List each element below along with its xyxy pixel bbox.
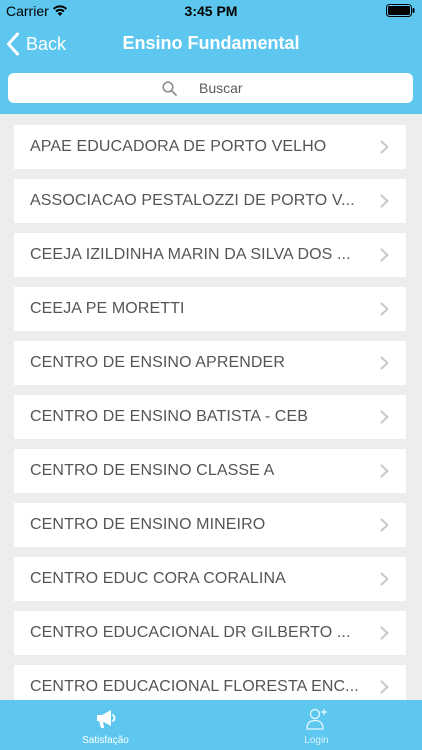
chevron-right-icon xyxy=(380,356,389,370)
tab-bar: Satisfação Login xyxy=(0,700,422,750)
list-item-label: CENTRO EDUCACIONAL FLORESTA ENC... xyxy=(30,678,359,695)
chevron-right-icon xyxy=(380,680,389,694)
list-item[interactable]: CENTRO EDUC CORA CORALINA xyxy=(14,557,406,601)
list-item[interactable]: CENTRO DE ENSINO APRENDER xyxy=(14,341,406,385)
status-bar: Carrier 3:45 PM xyxy=(0,0,422,22)
search-icon xyxy=(162,80,177,96)
list-item[interactable]: ASSOCIACAO PESTALOZZI DE PORTO V... xyxy=(14,179,406,223)
screen: Carrier 3:45 PM Back Ensino Fundamental xyxy=(0,0,422,750)
school-list: APAE EDUCADORA DE PORTO VELHO ASSOCIACAO… xyxy=(0,114,422,700)
list-item-label: CENTRO EDUCACIONAL DR GILBERTO ... xyxy=(30,624,351,641)
list-item-label: CENTRO DE ENSINO BATISTA - CEB xyxy=(30,408,308,425)
tab-satisfacao[interactable]: Satisfação xyxy=(0,700,211,750)
list-item[interactable]: CENTRO EDUCACIONAL DR GILBERTO ... xyxy=(14,611,406,655)
list-item[interactable]: APAE EDUCADORA DE PORTO VELHO xyxy=(14,125,406,169)
chevron-right-icon xyxy=(380,518,389,532)
tab-label: Satisfação xyxy=(82,735,129,746)
list-item-label: CENTRO DE ENSINO CLASSE A xyxy=(30,462,275,479)
chevron-right-icon xyxy=(380,572,389,586)
battery-icon xyxy=(386,4,415,17)
list-item[interactable]: CEEJA IZILDINHA MARIN DA SILVA DOS ... xyxy=(14,233,406,277)
list-item-label: CENTRO DE ENSINO APRENDER xyxy=(30,354,285,371)
chevron-right-icon xyxy=(380,248,389,262)
search-bar[interactable] xyxy=(8,73,413,103)
status-time: 3:45 PM xyxy=(184,3,238,19)
list-item[interactable]: CENTRO DE ENSINO MINEIRO xyxy=(14,503,406,547)
chevron-right-icon xyxy=(380,302,389,316)
user-add-icon xyxy=(305,708,327,730)
search-input[interactable] xyxy=(199,80,259,96)
chevron-right-icon xyxy=(380,194,389,208)
list-item-label: ASSOCIACAO PESTALOZZI DE PORTO V... xyxy=(30,192,355,209)
page-title: Ensino Fundamental xyxy=(122,33,300,53)
header: Carrier 3:45 PM Back Ensino Fundamental xyxy=(0,0,422,114)
list-item[interactable]: CENTRO DE ENSINO BATISTA - CEB xyxy=(14,395,406,439)
list-item-label: CENTRO DE ENSINO MINEIRO xyxy=(30,516,266,533)
navigation-bar: Back Ensino Fundamental xyxy=(0,22,422,66)
list-item-label: CENTRO EDUC CORA CORALINA xyxy=(30,570,286,587)
list-item[interactable]: CEEJA PE MORETTI xyxy=(14,287,406,331)
tab-label: Login xyxy=(304,735,329,746)
megaphone-icon xyxy=(96,710,115,728)
tab-login[interactable]: Login xyxy=(211,700,422,750)
chevron-right-icon xyxy=(380,410,389,424)
chevron-right-icon xyxy=(380,140,389,154)
list-item[interactable]: CENTRO EDUCACIONAL FLORESTA ENC... xyxy=(14,665,406,700)
list-item-label: CEEJA PE MORETTI xyxy=(30,300,185,317)
list-item[interactable]: CENTRO DE ENSINO CLASSE A xyxy=(14,449,406,493)
chevron-right-icon xyxy=(380,464,389,478)
list-item-label: CEEJA IZILDINHA MARIN DA SILVA DOS ... xyxy=(30,246,351,263)
list-item-label: APAE EDUCADORA DE PORTO VELHO xyxy=(30,138,327,155)
chevron-right-icon xyxy=(380,626,389,640)
